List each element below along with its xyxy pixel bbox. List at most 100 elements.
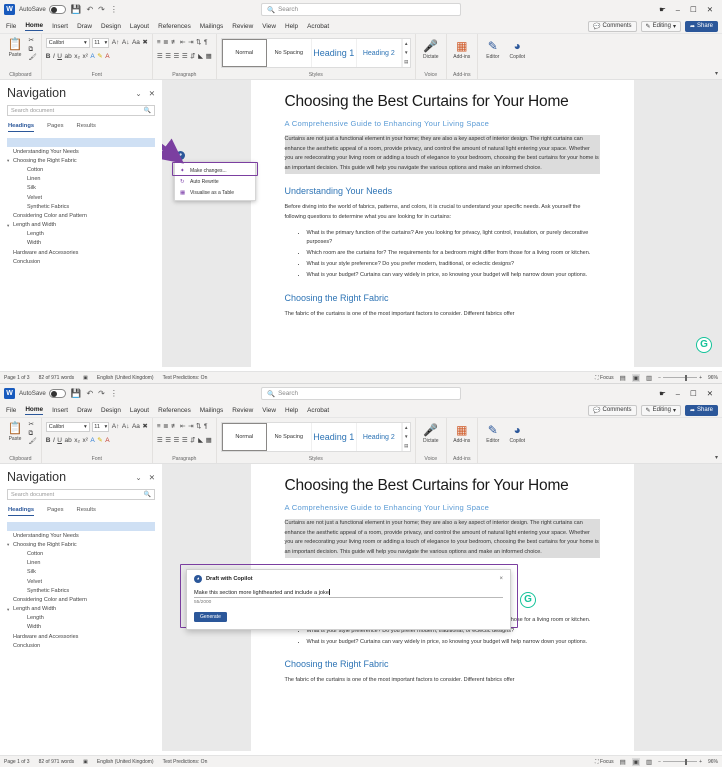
cut-icon[interactable]: ✂ xyxy=(29,37,37,45)
list-item[interactable]: What is your budget? Curtains can vary w… xyxy=(307,271,600,281)
bold-button[interactable]: B xyxy=(46,53,51,61)
style-normal[interactable]: Normal xyxy=(221,423,267,451)
intro-paragraph[interactable]: Curtains are not just a functional eleme… xyxy=(284,134,600,175)
italic-button[interactable]: I xyxy=(53,437,55,445)
tab-acrobat[interactable]: Acrobat xyxy=(307,407,329,414)
nav-item-conclusion[interactable]: Conclusion xyxy=(7,257,155,266)
editor-button[interactable]: ✎ Editor xyxy=(482,40,504,61)
styles-scroll[interactable]: ▲ ▼ ▤ xyxy=(401,39,410,67)
expand-triangle-icon[interactable]: ▾ xyxy=(7,223,9,229)
increase-indent-icon[interactable]: ⇥ xyxy=(188,39,193,47)
style-heading-1[interactable]: Heading 1 xyxy=(312,39,357,67)
navigation-close-icon[interactable]: ✕ xyxy=(149,89,155,98)
nav-item-synthetic-fabrics[interactable]: Synthetic Fabrics xyxy=(7,202,155,211)
expand-triangle-icon[interactable]: ▾ xyxy=(7,542,9,548)
paste-button[interactable]: 📋 Paste xyxy=(4,422,26,443)
bullets-icon[interactable]: ≡ xyxy=(157,423,161,431)
navigation-close-icon[interactable]: ✕ xyxy=(149,473,155,482)
nav-tab-results[interactable]: Results xyxy=(77,507,96,516)
strikethrough-button[interactable]: ab xyxy=(64,437,71,445)
scroll-up-icon[interactable]: ▲ xyxy=(404,425,408,430)
text-effects-icon[interactable]: A xyxy=(90,53,94,61)
tab-mailings[interactable]: Mailings xyxy=(200,23,223,30)
status-page[interactable]: Page 1 of 3 xyxy=(4,375,30,381)
close-button[interactable]: ✕ xyxy=(707,389,713,398)
nav-tab-pages[interactable]: Pages xyxy=(47,507,63,516)
needs-paragraph[interactable]: Before diving into the world of fabrics,… xyxy=(285,203,600,223)
list-item[interactable]: Which room are the curtains for? The req… xyxy=(307,249,600,259)
show-marks-icon[interactable]: ¶ xyxy=(204,423,208,431)
nav-item-understanding-your-needs[interactable]: Understanding Your Needs xyxy=(7,531,155,540)
grow-font-icon[interactable]: A↑ xyxy=(112,39,120,47)
tab-layout[interactable]: Layout xyxy=(130,407,149,414)
share-button[interactable]: ➦ Share xyxy=(684,404,718,416)
tab-view[interactable]: View xyxy=(262,23,276,30)
tab-layout[interactable]: Layout xyxy=(130,23,149,30)
more-commands-icon[interactable]: ⋮ xyxy=(110,5,118,14)
tab-acrobat[interactable]: Acrobat xyxy=(307,23,329,30)
tab-review[interactable]: Review xyxy=(232,23,253,30)
list-item[interactable]: What is your budget? Curtains can vary w… xyxy=(307,638,600,648)
nav-item-selected[interactable] xyxy=(7,138,155,147)
strikethrough-button[interactable]: ab xyxy=(64,53,71,61)
proofing-icon[interactable]: ▣ xyxy=(83,759,88,765)
nav-item-considering-color-and-pattern[interactable]: Considering Color and Pattern xyxy=(7,595,155,604)
share-button[interactable]: ➦ Share xyxy=(684,20,718,32)
tab-home[interactable]: Home xyxy=(25,406,44,415)
editing-button[interactable]: ✎ Editing ▾ xyxy=(640,20,681,32)
tab-review[interactable]: Review xyxy=(232,407,253,414)
italic-button[interactable]: I xyxy=(53,53,55,61)
search-box[interactable]: 🔍 Search xyxy=(261,387,461,400)
sort-icon[interactable]: ⇅ xyxy=(196,423,201,431)
line-spacing-icon[interactable]: ⇵ xyxy=(190,53,195,61)
justify-icon[interactable]: ☰ xyxy=(182,437,188,445)
underline-button[interactable]: U xyxy=(57,53,62,61)
proofing-icon[interactable]: ▣ xyxy=(83,375,88,381)
zoom-knob[interactable] xyxy=(685,758,687,765)
status-page[interactable]: Page 1 of 3 xyxy=(4,759,30,765)
style-heading-1[interactable]: Heading 1 xyxy=(312,423,357,451)
nav-item-understanding-your-needs[interactable]: Understanding Your Needs xyxy=(7,147,155,156)
minimize-button[interactable]: – xyxy=(676,5,680,14)
style-no-spacing[interactable]: No Spacing xyxy=(267,423,312,451)
styles-scroll[interactable]: ▲ ▼ ▤ xyxy=(401,423,410,451)
subscript-button[interactable]: x₂ xyxy=(74,437,80,445)
intro-paragraph[interactable]: Curtains are not just a functional eleme… xyxy=(284,518,600,559)
addins-button[interactable]: ▦ Add-ins xyxy=(451,40,473,61)
tab-mailings[interactable]: Mailings xyxy=(200,407,223,414)
status-text-predictions[interactable]: Text Predictions: On xyxy=(163,759,208,765)
collapse-ribbon-icon[interactable]: ▾ xyxy=(715,70,718,77)
nav-tab-pages[interactable]: Pages xyxy=(47,123,63,132)
format-painter-icon[interactable]: 🖌 xyxy=(29,54,37,62)
undo-icon[interactable]: ↶ xyxy=(86,5,93,14)
close-icon[interactable]: × xyxy=(499,576,503,582)
tab-file[interactable]: File xyxy=(6,407,16,414)
highlight-color-icon[interactable]: ✎ xyxy=(97,53,102,61)
nav-item-velvet[interactable]: Velvet xyxy=(7,193,155,202)
help-icon[interactable]: ☛ xyxy=(659,5,666,14)
styles-more-icon[interactable]: ▤ xyxy=(404,443,408,449)
style-heading-2[interactable]: Heading 2 xyxy=(357,423,402,451)
more-commands-icon[interactable]: ⋮ xyxy=(110,389,118,398)
nav-item-length[interactable]: Length xyxy=(7,230,155,239)
comments-button[interactable]: 💬 Comments xyxy=(588,404,637,416)
status-language[interactable]: English (United Kingdom) xyxy=(97,375,154,381)
tab-help[interactable]: Help xyxy=(285,23,298,30)
dictate-button[interactable]: 🎤 Dictate xyxy=(420,424,442,445)
generate-button[interactable]: Generate xyxy=(194,612,227,622)
nav-item-width[interactable]: Width xyxy=(7,623,155,632)
zoom-slider[interactable]: − + xyxy=(658,758,702,765)
expand-triangle-icon[interactable]: ▾ xyxy=(7,607,9,613)
font-size-box[interactable]: 11 ▾ xyxy=(92,422,110,432)
zoom-level[interactable]: 96% xyxy=(708,759,718,765)
fabric-paragraph[interactable]: The fabric of the curtains is one of the… xyxy=(285,310,600,320)
tab-file[interactable]: File xyxy=(6,23,16,30)
styles-more-icon[interactable]: ▤ xyxy=(404,59,408,65)
redo-icon[interactable]: ↷ xyxy=(98,389,105,398)
list-item[interactable]: What is the primary function of the curt… xyxy=(307,229,600,249)
grammarly-badge[interactable]: G xyxy=(696,337,712,353)
nav-tab-headings[interactable]: Headings xyxy=(8,123,35,132)
sort-icon[interactable]: ⇅ xyxy=(196,39,201,47)
document-page[interactable]: Choosing the Best Curtains for Your Home… xyxy=(250,80,634,367)
nav-item-silk[interactable]: Silk xyxy=(7,568,155,577)
